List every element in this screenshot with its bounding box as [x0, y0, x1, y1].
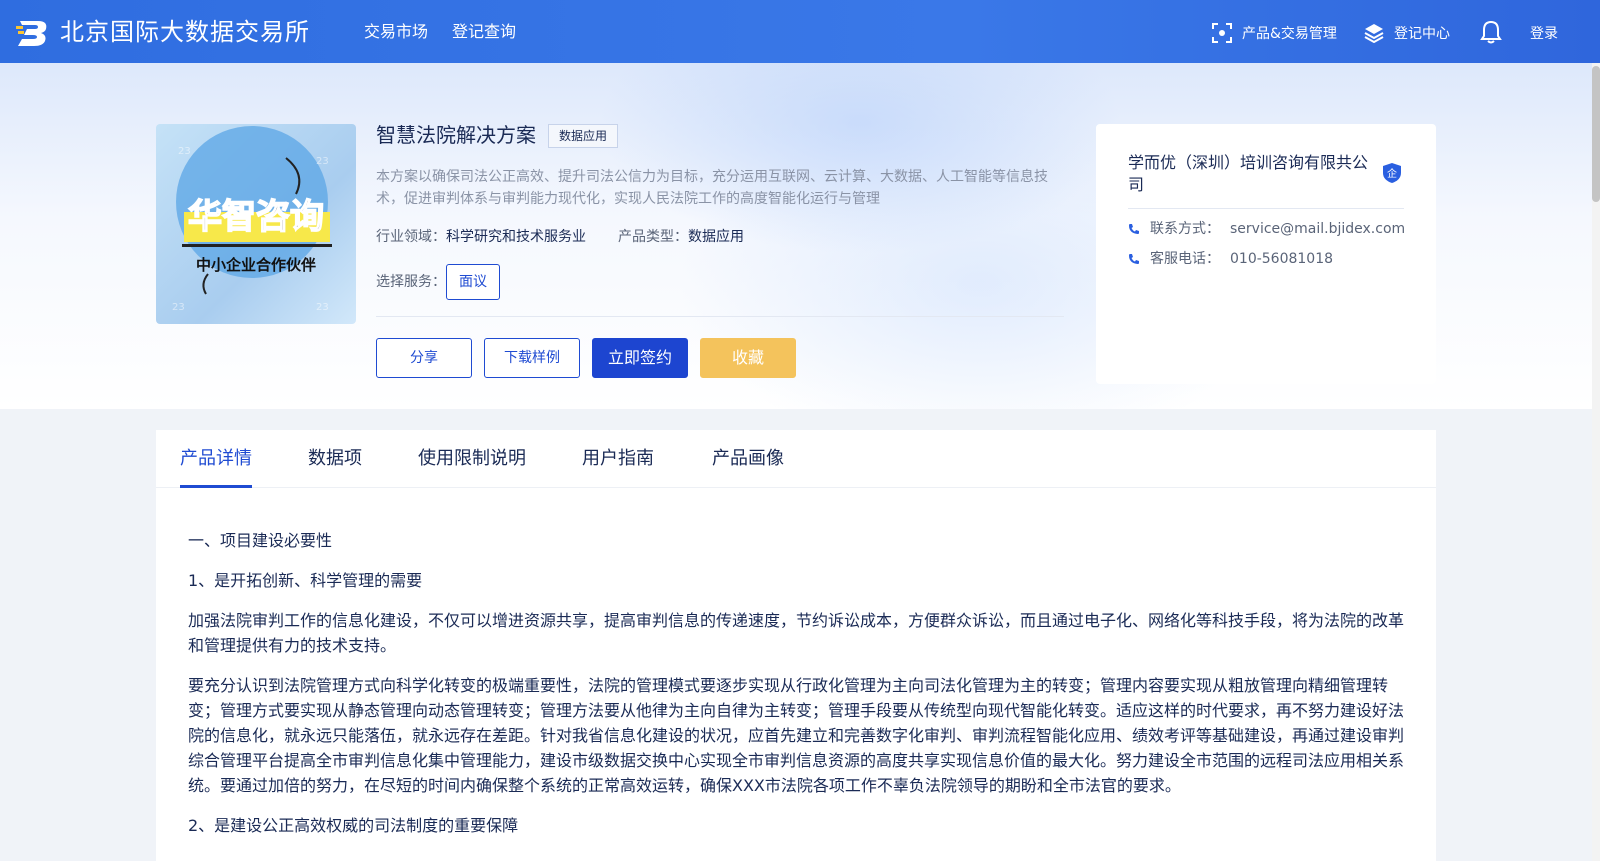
industry-label: 行业领域： — [376, 229, 446, 245]
company-contact-row: 联系方式： service@mail.bjidex.com — [1128, 218, 1405, 240]
service-phone-number[interactable]: 010-56081018 — [1230, 248, 1333, 270]
bell-icon[interactable] — [1480, 20, 1502, 44]
product-trade-management-label: 产品&交易管理 — [1242, 26, 1337, 42]
product-trade-management-link[interactable]: 产品&交易管理 — [1212, 20, 1337, 46]
industry-field: 行业领域：科学研究和技术服务业 — [376, 226, 586, 248]
section-heading: 一、项目建设必要性 — [188, 531, 333, 550]
product-image-subtitle: 中小企业合作伙伴 — [196, 256, 316, 274]
tab-product-details[interactable]: 产品详情 — [180, 446, 252, 472]
tab-data-items[interactable]: 数据项 — [308, 446, 362, 472]
brand-name[interactable]: 北京国际大数据交易所 — [60, 15, 310, 49]
company-divider — [1128, 208, 1404, 209]
enterprise-badge-text: 企 — [1387, 167, 1397, 180]
registration-center-link[interactable]: 登记中心 — [1364, 20, 1450, 46]
paragraph: 加强法院审判工作的信息化建设，不仅可以增进资源共享，提高审判信息的传递速度，节约… — [188, 611, 1405, 655]
detail-body: 一、项目建设必要性 1、是开拓创新、科学管理的需要 加强法院审判工作的信息化建设… — [188, 528, 1404, 853]
product-type-label: 产品类型： — [618, 229, 688, 245]
industry-value: 科学研究和技术服务业 — [446, 229, 586, 245]
hero-divider — [376, 316, 1064, 317]
tab-usage-restrictions[interactable]: 使用限制说明 — [418, 446, 526, 472]
contact-email[interactable]: service@mail.bjidex.com — [1230, 218, 1405, 240]
paragraph: 要充分认识到法院管理方式向科学化转变的极端重要性，法院的管理模式要逐步实现从行政… — [188, 676, 1405, 795]
phone-label: 客服电话： — [1150, 251, 1220, 267]
product-image-graphic: 23 23 23 23 华智咨询 中小企业合作伙伴 — [172, 126, 332, 313]
nav-trade-market[interactable]: 交易市场 — [364, 20, 428, 44]
tab-product-profile[interactable]: 产品画像 — [712, 446, 784, 472]
top-navigation-bar: 北京国际大数据交易所 交易市场 登记查询 产品&交易管理 登记中心 登录 — [0, 0, 1600, 63]
scan-frame-icon — [1212, 23, 1232, 43]
svg-text:23: 23 — [316, 156, 329, 167]
share-button[interactable]: 分享 — [376, 338, 472, 378]
contact-label: 联系方式： — [1150, 221, 1220, 237]
phone-icon — [1129, 254, 1139, 264]
service-option-negotiable[interactable]: 面议 — [446, 264, 500, 300]
favorite-button[interactable]: 收藏 — [700, 338, 796, 378]
registration-center-label: 登记中心 — [1394, 26, 1450, 42]
product-image: 23 23 23 23 华智咨询 中小企业合作伙伴 — [156, 124, 356, 324]
layers-icon — [1364, 24, 1384, 43]
product-title: 智慧法院解决方案 — [376, 123, 536, 147]
phone-icon — [1129, 224, 1139, 234]
page-scrollbar-thumb[interactable] — [1592, 66, 1600, 202]
svg-text:23: 23 — [172, 302, 185, 313]
subsection-heading: 2、是建设公正高效权威的司法制度的重要保障 — [188, 816, 519, 835]
active-tab-indicator — [180, 485, 252, 488]
product-image-title: 华智咨询 — [188, 197, 324, 237]
company-name[interactable]: 学而优（深圳）培训咨询有限共公司 — [1128, 152, 1378, 196]
svg-text:23: 23 — [316, 302, 329, 313]
login-link[interactable]: 登录 — [1530, 23, 1558, 43]
tab-user-guide[interactable]: 用户指南 — [582, 446, 654, 472]
detail-tabs: 产品详情 数据项 使用限制说明 用户指南 产品画像 — [156, 430, 1436, 488]
product-type-value: 数据应用 — [688, 229, 744, 245]
company-phone-row: 客服电话： 010-56081018 — [1128, 248, 1333, 270]
svg-text:23: 23 — [178, 146, 191, 157]
enterprise-shield-icon: 企 — [1383, 163, 1401, 183]
nav-registration-query[interactable]: 登记查询 — [452, 20, 516, 44]
product-description: 本方案以确保司法公正高效、提升司法公信力为目标，充分运用互联网、云计算、大数据、… — [376, 169, 1048, 207]
product-category-tag: 数据应用 — [548, 124, 619, 148]
subsection-heading: 1、是开拓创新、科学管理的需要 — [188, 571, 423, 590]
product-type-field: 产品类型：数据应用 — [618, 226, 744, 248]
sign-now-button[interactable]: 立即签约 — [592, 338, 688, 378]
service-select-label: 选择服务： — [376, 274, 446, 290]
download-sample-button[interactable]: 下载样例 — [484, 338, 580, 378]
bjidex-logo-icon[interactable] — [16, 15, 52, 47]
product-detail-panel: 产品详情 数据项 使用限制说明 用户指南 产品画像 一、项目建设必要性 1、是开… — [156, 430, 1436, 861]
company-card: 学而优（深圳）培训咨询有限共公司 企 联系方式： service@mail.bj… — [1096, 124, 1436, 384]
